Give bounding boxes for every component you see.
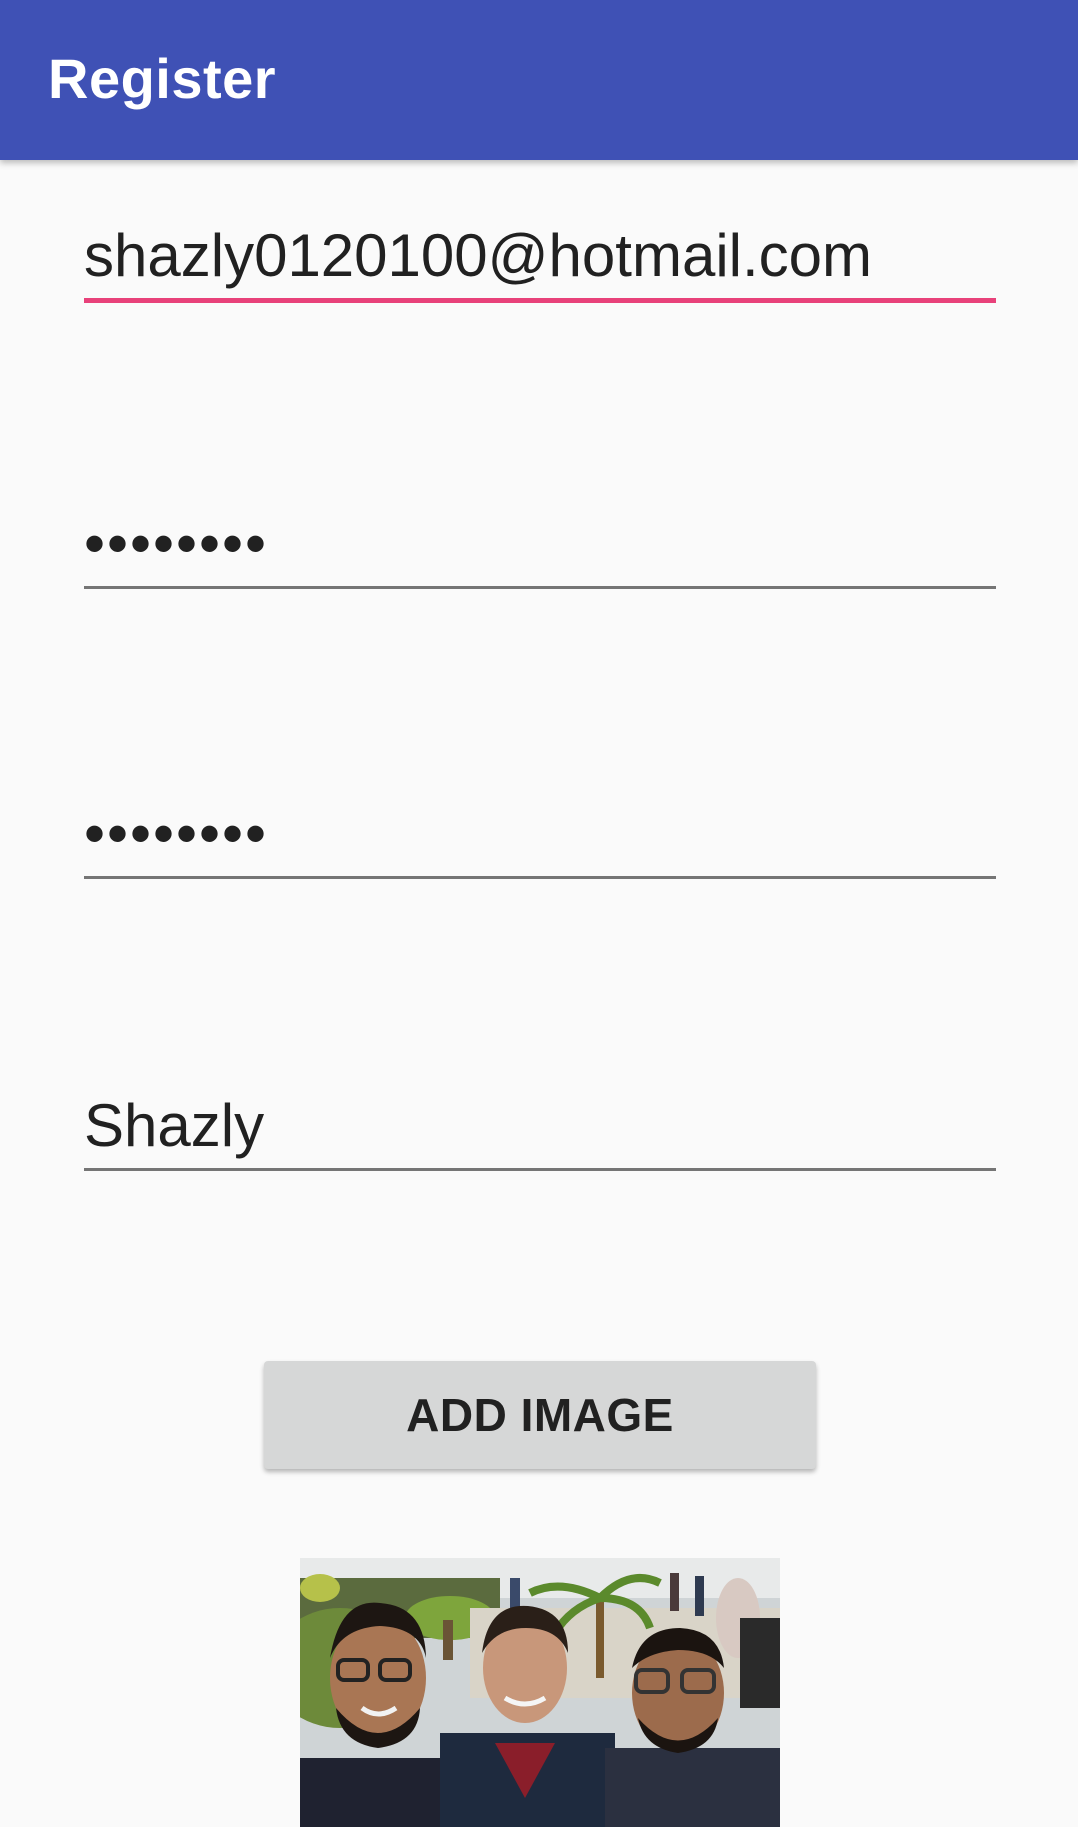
confirm-password-underline bbox=[84, 876, 996, 879]
profile-image-preview[interactable] bbox=[300, 1558, 780, 1827]
register-screen: Register ADD IMAGE bbox=[0, 0, 1078, 1827]
password-underline bbox=[84, 586, 996, 589]
password-input[interactable] bbox=[84, 508, 996, 580]
name-field bbox=[84, 1090, 996, 1171]
email-field bbox=[84, 220, 996, 303]
email-input[interactable] bbox=[84, 220, 996, 292]
confirm-password-input[interactable] bbox=[84, 798, 996, 870]
page-title: Register bbox=[48, 47, 277, 110]
email-underline bbox=[84, 298, 996, 303]
add-image-button[interactable]: ADD IMAGE bbox=[264, 1361, 816, 1469]
name-underline bbox=[84, 1168, 996, 1171]
app-bar: Register bbox=[0, 0, 1078, 160]
confirm-password-field bbox=[84, 798, 996, 879]
name-input[interactable] bbox=[84, 1090, 996, 1162]
selfie-photo-icon bbox=[300, 1558, 780, 1827]
password-field bbox=[84, 508, 996, 589]
